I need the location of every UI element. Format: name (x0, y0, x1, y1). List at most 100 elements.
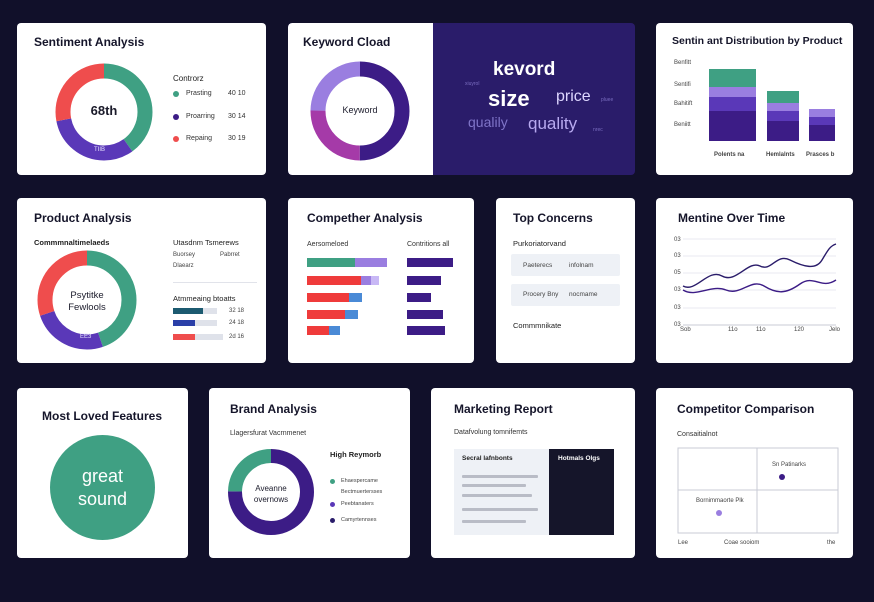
most-loved-features-card[interactable]: Most Loved Features great sound (17, 388, 188, 558)
report-right-panel: Hotmals Olgs (549, 449, 614, 535)
marketing-report-card[interactable]: Marketing Report Datafvolung tomnifemts … (431, 388, 635, 558)
series-line (682, 279, 837, 294)
progress-value: 2d 16 (229, 334, 245, 340)
cloud-word: quality (528, 114, 578, 133)
x-axis-label: Prasces b (806, 152, 835, 158)
mentions-over-time-card[interactable]: Mentine Over Time 03 03 05 03 03 03 Sob … (656, 198, 853, 363)
quadrant-chart (677, 447, 839, 534)
legend-item: Peebtanaters (341, 501, 374, 507)
x-axis-label: Lee (678, 540, 689, 546)
legend-title: Controrz (173, 74, 204, 83)
feature-line: great (81, 466, 124, 486)
y-axis-label: Beniitt (674, 122, 691, 128)
left-column-label: Aersomeloed (307, 241, 349, 248)
card-footer: Commmnikate (513, 321, 562, 330)
sentiment-distribution-card[interactable]: Sentin ant Distribution by Product Benfi… (656, 23, 853, 175)
cloud-word: price (556, 88, 591, 105)
legend-value: 40 10 (228, 90, 246, 97)
card-title: Top Concerns (513, 211, 593, 225)
right-item: Dlaearz (173, 263, 194, 269)
feature-line: sound (77, 489, 128, 509)
card-title: Sentin ant Distribution by Product (672, 35, 843, 47)
competitor-comparison-card[interactable]: Competitor Comparison Consaitialnot Sn P… (656, 388, 853, 558)
cloud-word: pluee (601, 97, 614, 103)
point-label: Sn Patinarks (772, 462, 807, 468)
divider (173, 282, 257, 283)
progress-bar-fill (173, 320, 195, 326)
legend-value: 30 19 (228, 135, 246, 142)
concern-row[interactable]: Procery Bny nocmame (511, 284, 620, 306)
cloud-word: nrec (593, 127, 603, 133)
legend-item: Camyrtennses (341, 517, 377, 523)
product-analysis-card[interactable]: Product Analysis Commmnaltimelaeds Psyti… (17, 198, 266, 363)
donut-center-line: overnows (253, 495, 289, 504)
x-axis-label: Hemlalnts (766, 152, 795, 158)
x-axis-label: Jelo (829, 327, 841, 333)
legend-label: Repaing (186, 135, 213, 142)
card-subtitle: Datafvolung tomnifemts (454, 429, 528, 436)
data-point[interactable] (779, 474, 785, 480)
card-title: Most Loved Features (42, 409, 163, 423)
legend-dot-purple (173, 114, 179, 120)
legend-label: Proarring (186, 113, 215, 120)
cloud-word: xiuyrol (465, 81, 480, 87)
concern-row[interactable]: Paeterecs infolnam (511, 254, 620, 276)
compether-analysis-card[interactable]: Compether Analysis Aersomeloed Contritio… (288, 198, 474, 363)
sentiment-donut (55, 63, 153, 161)
donut-segment-label: TIIB (94, 147, 106, 153)
legend-dot-green (330, 479, 335, 484)
sentiment-analysis-card[interactable]: Sentiment Analysis 68th TIIB Controrz Pr… (17, 23, 266, 175)
x-axis-label: 11o (728, 327, 738, 333)
progress-bar-fill (173, 334, 195, 340)
concern-row-left: Paeterecs (523, 262, 553, 269)
card-subtitle: Purkoriatorvand (513, 239, 566, 248)
right-item: Pabrret (220, 252, 240, 258)
legend-title: High Reymorb (330, 450, 382, 459)
legend-item: Bectmuertersses (341, 489, 383, 495)
point-label: Bornimmaorte Plk (696, 498, 744, 504)
card-title: Compether Analysis (307, 211, 423, 225)
x-axis-label: Sob (680, 327, 691, 333)
x-axis-label: 11o (756, 327, 766, 333)
keyword-cloud-card[interactable]: Keyword Cload Keyword kevord size price … (288, 23, 635, 175)
y-axis-label: Bahitift (674, 101, 693, 107)
concern-row-left: Procery Bny (523, 291, 559, 298)
x-axis-label: Coae sooiom (724, 540, 760, 546)
donut-center-line: Aveanne (255, 484, 287, 493)
report-right-header: Hotmals Olgs (558, 455, 600, 462)
stacked-bar (809, 109, 835, 141)
donut-center-value: 68th (90, 103, 118, 118)
donut-segment-label: EE3 (80, 334, 92, 340)
card-title: Marketing Report (454, 402, 553, 416)
data-point[interactable] (716, 510, 722, 516)
legend-dot-dark (330, 518, 335, 523)
report-left-panel: Secral lafnbonts (454, 449, 549, 535)
donut-center-line: Fewlools (68, 302, 106, 313)
progress-bar-fill (173, 308, 203, 314)
cloud-word: kevord (493, 59, 556, 80)
feature-circle (50, 435, 155, 540)
right-column-label: Contritions all (407, 241, 450, 248)
x-axis-label: Polents na (714, 152, 745, 158)
cloud-word: size (488, 86, 530, 111)
right-title: Utasdnm Tsmerews (173, 238, 239, 247)
right-item: Buorsey (173, 252, 196, 258)
y-axis-label: Sentifi (674, 82, 691, 88)
x-axis-label: the (827, 540, 836, 546)
top-concerns-card[interactable]: Top Concerns Purkoriatorvand Paeterecs i… (496, 198, 635, 363)
x-axis-label: 120 (794, 327, 805, 333)
legend-dot-red (173, 136, 179, 142)
stacked-bar (709, 69, 756, 141)
progress-value: 24 18 (229, 320, 245, 326)
donut-center-line: Psytitke (70, 290, 104, 301)
stacked-bar (767, 91, 799, 141)
legend-item: Ehaespercame (341, 478, 378, 484)
concern-row-right: nocmame (569, 291, 598, 298)
report-left-header: Secral lafnbonts (462, 455, 513, 462)
legend-dot-green (173, 91, 179, 97)
brand-analysis-card[interactable]: Brand Analysis Llagersfurat Vacrnmenet A… (209, 388, 410, 558)
bars-title: Atmmeaing btoatts (173, 294, 236, 303)
brand-donut (228, 449, 314, 535)
donut-center-label: Keyword (342, 105, 378, 115)
line-chart (682, 238, 837, 326)
